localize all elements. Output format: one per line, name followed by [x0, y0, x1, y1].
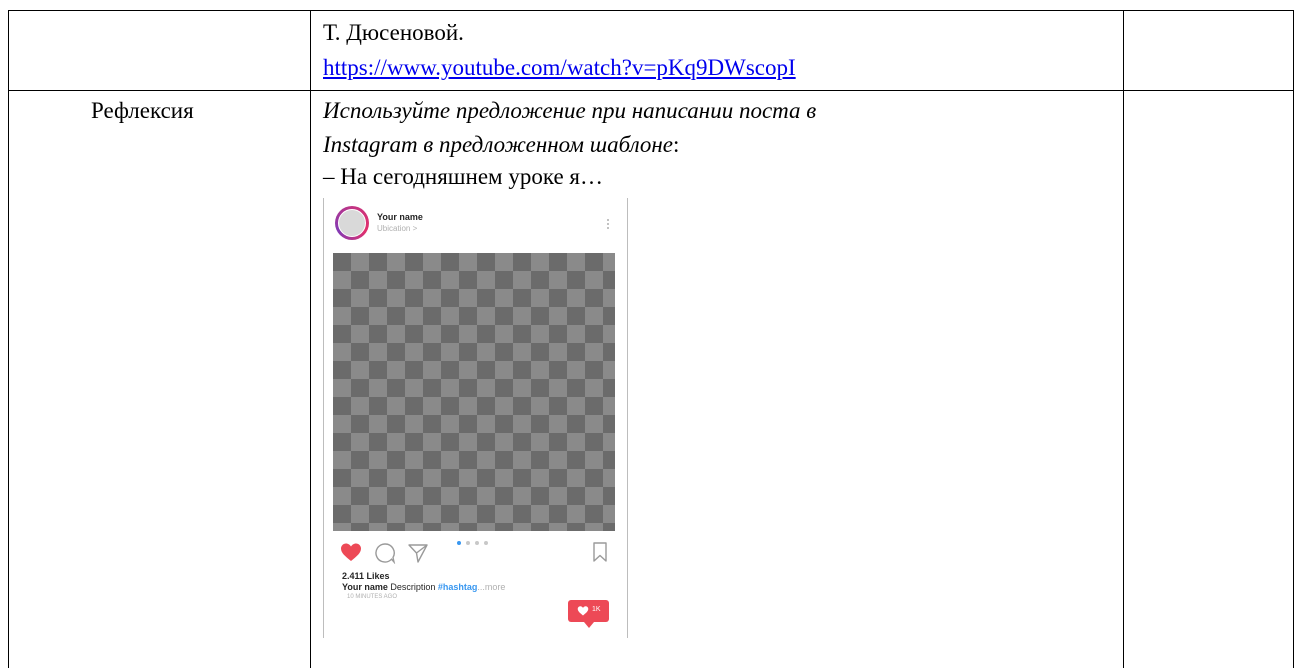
reflection-label: Рефлексия	[91, 98, 194, 123]
instruction-line-2-italic: Instagram в предложенном шаблоне	[323, 132, 674, 157]
likes-count: 2.411 Likes	[342, 571, 390, 581]
avatar-ring	[335, 206, 369, 240]
caption-more: ...more	[477, 582, 506, 592]
bookmark-icon	[593, 542, 607, 562]
instruction-line-2-colon: :	[673, 132, 680, 157]
more-options-icon	[607, 218, 609, 230]
notification-count: 1K	[592, 606, 601, 613]
instagram-post-template: Your name Ubication > 2.411 Likes Your n…	[323, 198, 628, 638]
notification-heart-icon	[577, 606, 589, 616]
instruction-line-1: Используйте предложение при написании по…	[323, 98, 817, 123]
heart-icon	[341, 543, 361, 561]
caption-hashtag: #hashtag	[437, 582, 478, 592]
avatar	[338, 209, 366, 237]
comment-icon	[375, 543, 396, 564]
table-border-col1	[310, 10, 311, 668]
share-icon	[408, 544, 428, 563]
post-location: Ubication >	[377, 224, 418, 233]
post-username: Your name	[377, 212, 423, 222]
table-border-left	[8, 10, 9, 668]
table-border-right	[1293, 10, 1294, 668]
table-row-divider	[8, 90, 1294, 91]
table-border-col2	[1123, 10, 1124, 668]
photo-placeholder	[333, 253, 615, 531]
like-notification-badge: 1K	[568, 600, 609, 628]
reflection-prompt: – На сегодняшнем уроке я…	[323, 164, 603, 189]
post-timestamp: 10 MINUTES AGO	[347, 594, 398, 600]
table-border-top	[8, 10, 1294, 11]
caption-username: Your name	[342, 582, 388, 592]
instruction-line-2: Instagram в предложенном шаблоне:	[323, 132, 679, 158]
youtube-link[interactable]: https://www.youtube.com/watch?v=pKq9DWsc…	[323, 55, 796, 81]
row1-text: Т. Дюсеновой.	[323, 20, 464, 45]
carousel-dots-icon	[457, 540, 491, 546]
post-caption: Your name Description #hashtag...more	[342, 582, 505, 592]
caption-text: Description	[390, 582, 436, 592]
